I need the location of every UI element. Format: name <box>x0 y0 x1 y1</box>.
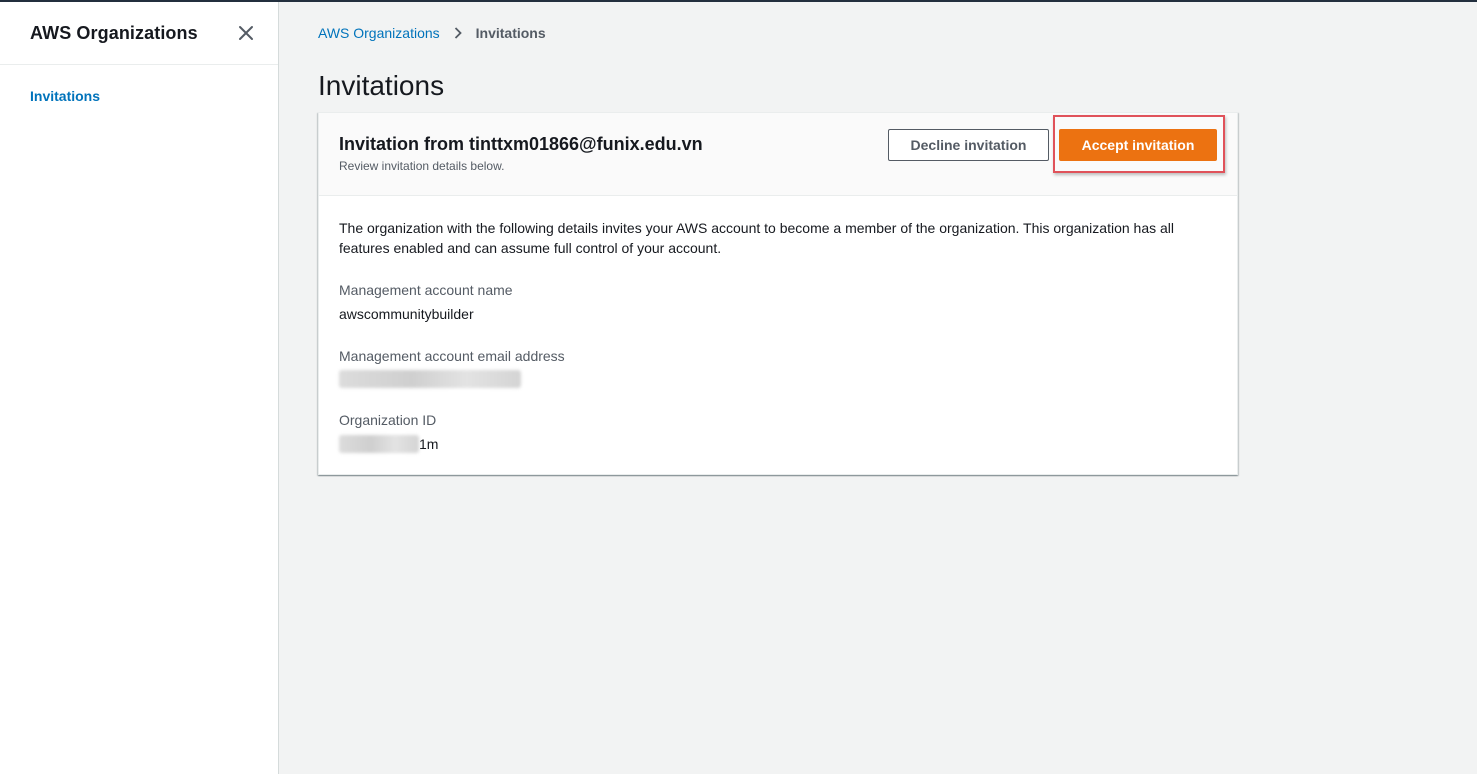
field-value: 1m <box>339 434 1217 454</box>
invitation-panel: Invitation from tinttxm01866@funix.edu.v… <box>318 112 1238 475</box>
organization-id-suffix: 1m <box>419 436 439 452</box>
field-organization-id: Organization ID 1m <box>339 410 1217 454</box>
redacted-organization-id <box>339 435 419 453</box>
accept-invitation-button[interactable]: Accept invitation <box>1059 129 1217 161</box>
close-sidebar-button[interactable] <box>234 21 258 45</box>
field-value <box>339 370 1217 388</box>
invitation-panel-body: The organization with the following deta… <box>319 196 1237 474</box>
sidebar: AWS Organizations Invitations <box>0 2 279 774</box>
page-title: Invitations <box>318 70 445 101</box>
sidebar-item-invitations[interactable]: Invitations <box>30 88 100 104</box>
field-management-account-email: Management account email address <box>339 346 1217 388</box>
sidebar-nav: Invitations <box>0 65 278 106</box>
breadcrumb-item-aws-organizations[interactable]: AWS Organizations <box>318 25 440 41</box>
breadcrumb-item-invitations: Invitations <box>475 25 546 41</box>
close-icon <box>239 26 253 40</box>
field-label: Management account name <box>339 282 513 298</box>
field-management-account-name: Management account name awscommunitybuil… <box>339 280 1217 324</box>
invitation-panel-header: Invitation from tinttxm01866@funix.edu.v… <box>319 113 1237 196</box>
field-value: awscommunitybuilder <box>339 306 474 322</box>
invitation-description: Review invitation details below. <box>339 159 505 173</box>
sidebar-title: AWS Organizations <box>30 22 198 43</box>
field-label: Management account email address <box>339 348 565 364</box>
main-content: AWS Organizations Invitations Invitation… <box>318 2 1238 475</box>
chevron-right-icon <box>454 27 462 39</box>
field-label: Organization ID <box>339 412 437 428</box>
redacted-email <box>339 370 521 388</box>
invitation-actions: Decline invitation Accept invitation <box>888 129 1217 161</box>
sidebar-header: AWS Organizations <box>0 2 278 65</box>
breadcrumb: AWS Organizations Invitations <box>318 2 1238 64</box>
invitation-intro: The organization with the following deta… <box>339 220 1175 256</box>
decline-invitation-button[interactable]: Decline invitation <box>888 129 1049 161</box>
